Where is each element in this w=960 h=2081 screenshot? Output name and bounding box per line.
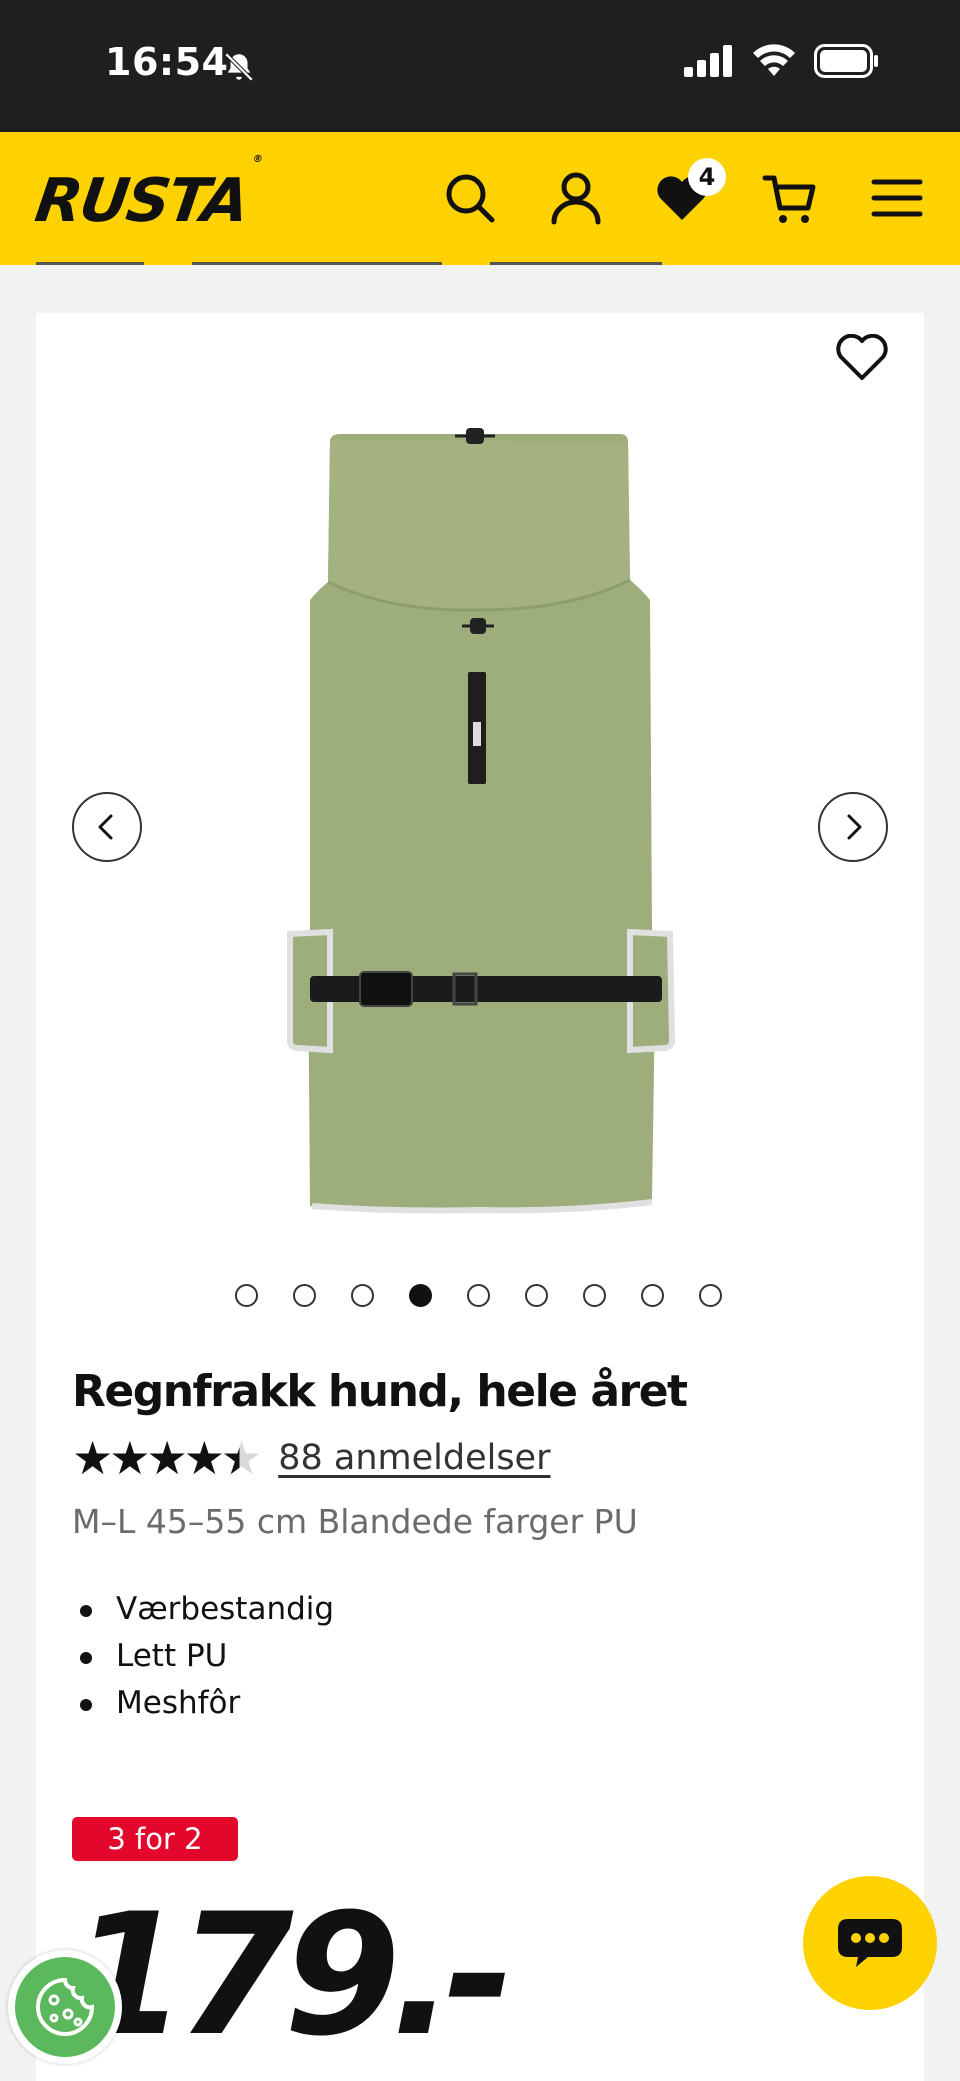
reviews-link[interactable]: 88 anmeldelser — [278, 1438, 550, 1478]
product-price: 179.- — [70, 1877, 514, 2073]
breadcrumb-link[interactable] — [192, 262, 442, 265]
carousel-next-button[interactable] — [818, 792, 888, 862]
carousel-dot[interactable] — [235, 1284, 258, 1307]
wifi-icon — [753, 44, 795, 76]
feature-item: Værbestandig — [72, 1586, 334, 1633]
carousel-dot[interactable] — [525, 1284, 548, 1307]
product-subtitle: M–L 45–55 cm Blandede farger PU — [72, 1502, 638, 1541]
wishlist-count-badge: 4 — [688, 158, 726, 196]
rusta-logo[interactable]: RUSTA® — [31, 154, 261, 236]
logo-text: RUSTA — [31, 166, 252, 236]
chat-bubble-icon — [838, 1919, 902, 1967]
carousel-dot[interactable] — [699, 1284, 722, 1307]
feature-list: Værbestandig Lett PU Meshfôr — [72, 1586, 334, 1727]
cookie-settings-button[interactable] — [8, 1950, 122, 2064]
carousel-dot[interactable] — [293, 1284, 316, 1307]
bell-slash-icon — [224, 52, 254, 82]
chat-button[interactable] — [803, 1876, 937, 2010]
feature-item: Lett PU — [72, 1633, 334, 1680]
menu-icon[interactable] — [870, 170, 926, 226]
feature-item: Meshfôr — [72, 1680, 334, 1727]
carousel-prev-button[interactable] — [72, 792, 142, 862]
carousel-pagination — [0, 1284, 960, 1310]
logo-trademark: ® — [251, 154, 262, 165]
chevron-left-icon — [98, 814, 113, 840]
breadcrumb-link[interactable] — [490, 262, 662, 265]
status-bar: 16:54 — [0, 0, 960, 132]
carousel-dot[interactable] — [409, 1284, 432, 1307]
carousel-dot[interactable] — [583, 1284, 606, 1307]
battery-icon — [814, 44, 878, 78]
account-icon[interactable] — [548, 170, 604, 226]
promo-badge: 3 for 2 — [72, 1817, 238, 1861]
breadcrumb-link[interactable] — [36, 262, 144, 265]
carousel-dot[interactable] — [641, 1284, 664, 1307]
rating-stars-icon: ★★★★★ — [72, 1431, 262, 1485]
cellular-signal-icon — [684, 45, 732, 77]
search-icon[interactable] — [442, 170, 498, 226]
cookie-settings-icon — [36, 1977, 95, 2036]
product-title: Regnfrakk hund, hele året — [72, 1366, 688, 1417]
add-to-favorites-heart-icon[interactable] — [836, 334, 888, 382]
carousel-dot[interactable] — [351, 1284, 374, 1307]
cart-icon[interactable] — [762, 170, 818, 226]
carousel-dot[interactable] — [467, 1284, 490, 1307]
chevron-right-icon — [847, 814, 862, 840]
product-rating: ★★★★★ 88 anmeldelser — [72, 1432, 550, 1484]
status-icons — [684, 44, 880, 78]
site-header: RUSTA® 4 — [0, 132, 960, 265]
status-time: 16:54 — [105, 40, 229, 84]
dog-raincoat-product-image — [287, 428, 676, 1214]
